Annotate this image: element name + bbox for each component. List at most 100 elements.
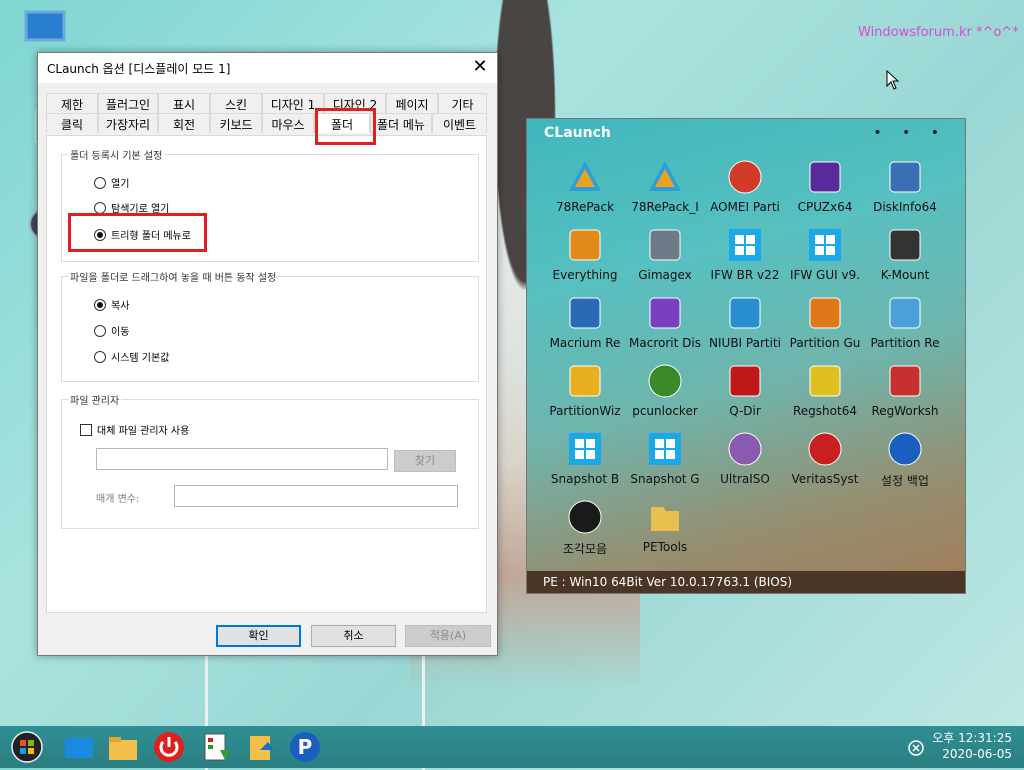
tab-row-1: 제한 플러그인 표시 스킨 디자인 1 디자인 2 페이지 기타 bbox=[46, 93, 487, 113]
dialog-body: 제한 플러그인 표시 스킨 디자인 1 디자인 2 페이지 기타 클릭 가장자리… bbox=[38, 83, 497, 655]
radio-open[interactable]: 열기 bbox=[94, 175, 129, 190]
radio-button[interactable] bbox=[94, 350, 106, 363]
file-move-icon[interactable] bbox=[246, 730, 280, 764]
desktop-icon-monitor[interactable] bbox=[20, 10, 70, 49]
claunch-app-item[interactable]: Q-Dir bbox=[705, 361, 785, 418]
claunch-app-item[interactable]: RegWorksh bbox=[865, 361, 945, 418]
claunch-app-item[interactable]: Macrium Re bbox=[545, 293, 625, 350]
tab-mouse[interactable]: 마우스 bbox=[262, 113, 314, 133]
checkbox-box[interactable] bbox=[80, 423, 92, 436]
backup-settings-icon bbox=[888, 432, 922, 466]
radio-button[interactable] bbox=[94, 298, 106, 311]
radio-label: 복사 bbox=[111, 301, 130, 312]
param-input[interactable] bbox=[174, 485, 458, 507]
tab-event[interactable]: 이벤트 bbox=[432, 113, 487, 133]
claunch-menu-dots-icon[interactable]: • • • bbox=[873, 125, 947, 141]
close-icon[interactable]: ✕ bbox=[469, 57, 491, 79]
browse-button[interactable]: 찾기 bbox=[394, 450, 456, 472]
claunch-app-item[interactable]: Partition Gu bbox=[785, 293, 865, 350]
tab-rotate[interactable]: 회전 bbox=[158, 113, 210, 133]
claunch-app-label: Partition Re bbox=[870, 336, 940, 350]
claunch-app-item[interactable]: IFW BR v22 bbox=[705, 225, 785, 282]
tab-etc[interactable]: 기타 bbox=[438, 93, 487, 113]
claunch-app-item[interactable]: DiskInfo64 bbox=[865, 157, 945, 214]
claunch-app-label: Macrorit Dis bbox=[629, 336, 701, 350]
claunch-app-item[interactable]: Gimagex bbox=[625, 225, 705, 282]
tab-folder-menu[interactable]: 폴더 메뉴 bbox=[370, 113, 432, 133]
claunch-app-label: Q-Dir bbox=[729, 404, 761, 418]
claunch-app-item[interactable]: IFW GUI v9. bbox=[785, 225, 865, 282]
svg-text:P: P bbox=[298, 735, 313, 759]
radio-label: 열기 bbox=[111, 179, 130, 190]
claunch-app-item[interactable]: PETools bbox=[625, 497, 705, 554]
claunch-app-item[interactable]: VeritasSyst bbox=[785, 429, 865, 486]
claunch-app-item[interactable]: Snapshot G bbox=[625, 429, 705, 486]
start-icon[interactable] bbox=[10, 730, 44, 764]
kmount-icon bbox=[889, 229, 921, 261]
claunch-app-label: DiskInfo64 bbox=[873, 200, 937, 214]
file-manager-path-input[interactable] bbox=[96, 448, 388, 470]
tab-plugin[interactable]: 플러그인 bbox=[98, 93, 158, 113]
partition-recovery-icon bbox=[889, 297, 921, 329]
tab-click[interactable]: 클릭 bbox=[46, 113, 98, 133]
cancel-button[interactable]: 취소 bbox=[311, 625, 396, 647]
apply-button[interactable]: 적용(A) bbox=[405, 625, 491, 647]
radio-button[interactable] bbox=[94, 201, 106, 214]
tab-limit[interactable]: 제한 bbox=[46, 93, 98, 113]
tab-skin[interactable]: 스킨 bbox=[210, 93, 262, 113]
claunch-app-item[interactable]: 설정 백업 bbox=[865, 429, 945, 489]
everything-icon bbox=[569, 229, 601, 261]
claunch-app-item[interactable]: K-Mount bbox=[865, 225, 945, 282]
ok-button[interactable]: 확인 bbox=[216, 625, 301, 647]
windows-icon bbox=[649, 433, 681, 465]
claunch-app-item[interactable]: CPUZx64 bbox=[785, 157, 865, 214]
explorer-icon[interactable] bbox=[106, 730, 140, 764]
claunch-app-label: UltraISO bbox=[720, 472, 770, 486]
radio-move[interactable]: 이동 bbox=[94, 323, 129, 338]
clock-time: 오후 12:31:25 bbox=[932, 731, 1012, 745]
radio-system-default[interactable]: 시스템 기본값 bbox=[94, 349, 169, 364]
tab-keyboard[interactable]: 키보드 bbox=[210, 113, 262, 133]
claunch-app-item[interactable]: Macrorit Dis bbox=[625, 293, 705, 350]
regshot-icon bbox=[809, 365, 841, 397]
tray-close-icon[interactable] bbox=[908, 740, 924, 756]
radio-button[interactable] bbox=[94, 176, 106, 189]
macrium-icon bbox=[569, 297, 601, 329]
claunch-app-item[interactable]: 78RePack bbox=[545, 157, 625, 214]
power-icon[interactable] bbox=[152, 730, 186, 764]
claunch-app-item[interactable]: Partition Re bbox=[865, 293, 945, 350]
param-label: 매개 변수: bbox=[96, 494, 140, 505]
claunch-app-label: VeritasSyst bbox=[791, 472, 859, 486]
claunch-app-item[interactable]: Everything bbox=[545, 225, 625, 282]
qdir-icon bbox=[729, 365, 761, 397]
claunch-panel: CLaunch • • • 78RePack 78RePack_I AOMEI Pa… bbox=[526, 118, 966, 594]
radio-button[interactable] bbox=[94, 324, 106, 337]
task-manager-icon[interactable] bbox=[200, 730, 234, 764]
folder-icon bbox=[651, 507, 679, 531]
diskinfo-icon bbox=[889, 161, 921, 193]
file-manager-group: 파일 관리자 대체 파일 관리자 사용 찾기 매개 변수: bbox=[61, 392, 479, 529]
desktop-icon[interactable] bbox=[62, 730, 96, 764]
claunch-app-item[interactable]: pcunlocker bbox=[625, 361, 705, 418]
p-app-icon[interactable]: P bbox=[288, 730, 322, 764]
claunch-app-item[interactable]: Snapshot B bbox=[545, 429, 625, 486]
claunch-app-item[interactable]: 78RePack_I bbox=[625, 157, 705, 214]
claunch-app-item[interactable]: 조각모음 bbox=[545, 497, 625, 557]
watermark-text: Windowsforum.kr *^o^* bbox=[858, 25, 1019, 40]
ultraiso-icon bbox=[728, 432, 762, 466]
claunch-app-item[interactable]: Regshot64 bbox=[785, 361, 865, 418]
tab-page[interactable]: 페이지 bbox=[386, 93, 438, 113]
claunch-app-item[interactable]: PartitionWiz bbox=[545, 361, 625, 418]
radio-copy[interactable]: 복사 bbox=[94, 297, 129, 312]
highlight-folder-tab bbox=[315, 108, 376, 145]
claunch-app-item[interactable]: NIUBI Partiti bbox=[705, 293, 785, 350]
tab-display[interactable]: 표시 bbox=[158, 93, 210, 113]
alt-file-manager-checkbox[interactable]: 대체 파일 관리자 사용 bbox=[80, 422, 189, 437]
taskbar-clock[interactable]: 오후 12:31:25 2020-06-05 bbox=[932, 730, 1012, 762]
claunch-app-label: Everything bbox=[552, 268, 618, 282]
claunch-app-item[interactable]: UltraISO bbox=[705, 429, 785, 486]
windows-icon bbox=[569, 433, 601, 465]
claunch-app-item[interactable]: AOMEI Parti bbox=[705, 157, 785, 214]
regworkshop-icon bbox=[889, 365, 921, 397]
tab-edge[interactable]: 가장자리 bbox=[98, 113, 158, 133]
